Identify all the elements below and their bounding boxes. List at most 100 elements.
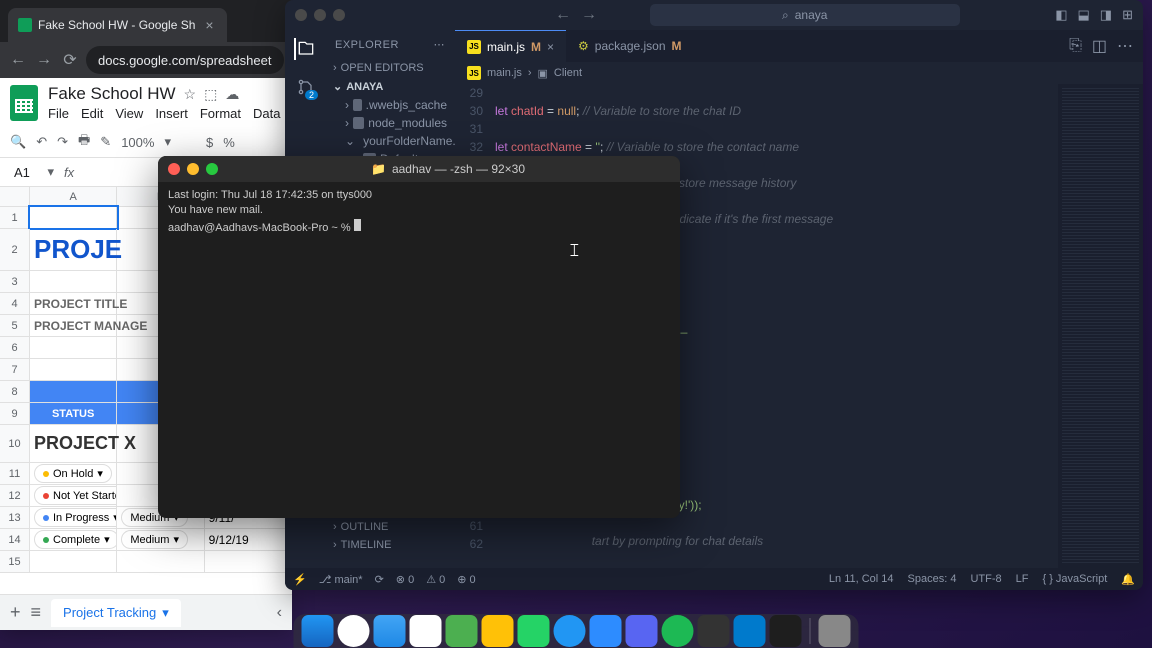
cell[interactable] xyxy=(30,337,117,358)
all-sheets-icon[interactable]: ≡ xyxy=(31,602,42,623)
chevron-down-icon[interactable]: ▾ xyxy=(162,605,169,621)
menu-insert[interactable]: Insert xyxy=(155,106,188,121)
cell[interactable]: Medium ▾ xyxy=(117,529,204,550)
back-icon[interactable]: ← xyxy=(8,50,28,70)
cloud-icon[interactable]: ☁ xyxy=(225,86,239,103)
cell[interactable]: STATUS xyxy=(30,403,117,424)
dock-app-discord[interactable] xyxy=(626,615,658,647)
ports[interactable]: ⊕ 0 xyxy=(457,573,475,586)
command-center[interactable]: ⌕ anaya xyxy=(650,4,960,26)
row-header[interactable]: 4 xyxy=(0,293,30,314)
row-header[interactable]: 1 xyxy=(0,207,30,228)
dock-app-finder[interactable] xyxy=(302,615,334,647)
nav-forward-icon[interactable]: → xyxy=(581,6,597,24)
maximize-window-button[interactable] xyxy=(206,163,218,175)
cell[interactable]: 9/12/19 xyxy=(205,529,292,550)
cell[interactable] xyxy=(30,551,117,572)
row-header[interactable]: 9 xyxy=(0,403,30,424)
cell[interactable]: PROJECT TITLE xyxy=(30,293,117,314)
address-bar[interactable]: docs.google.com/spreadsheet xyxy=(86,46,284,74)
dock-app-vscode[interactable] xyxy=(734,615,766,647)
sheets-logo-icon[interactable] xyxy=(10,85,38,121)
row-header[interactable]: 15 xyxy=(0,551,30,572)
git-branch[interactable]: ⎇ main* xyxy=(319,573,363,586)
cell[interactable] xyxy=(30,359,117,380)
dock-app-whatsapp[interactable] xyxy=(518,615,550,647)
sheets-doc-title[interactable]: Fake School HW ☆ ⬚ ☁ xyxy=(48,84,280,104)
maximize-window-button[interactable] xyxy=(333,9,345,21)
cell[interactable]: PROJE xyxy=(30,229,117,270)
tree-item[interactable]: ⌄yourFolderName... xyxy=(325,132,455,150)
language-mode[interactable]: { } JavaScript xyxy=(1042,573,1107,586)
split-icon[interactable]: ◫ xyxy=(1092,36,1107,56)
tree-item[interactable]: ›node_modules xyxy=(325,114,455,132)
timeline-section[interactable]: › TIMELINE xyxy=(325,536,455,554)
row-header[interactable]: 5 xyxy=(0,315,30,336)
print-icon[interactable]: 🖶 xyxy=(78,131,90,153)
menu-view[interactable]: View xyxy=(115,106,143,121)
outline-section[interactable]: › OUTLINE xyxy=(325,518,455,536)
row-header[interactable]: 7 xyxy=(0,359,30,380)
cell[interactable]: In Progress▾ xyxy=(30,507,117,528)
dock-app-zoom[interactable] xyxy=(590,615,622,647)
tree-item[interactable]: ›.wwebjs_cache xyxy=(325,96,455,114)
chrome-tab[interactable]: Fake School HW - Google Sh × xyxy=(8,8,227,42)
close-icon[interactable]: × xyxy=(201,17,217,33)
star-icon[interactable]: ☆ xyxy=(184,86,197,103)
dock-trash[interactable] xyxy=(819,615,851,647)
minimap[interactable] xyxy=(1058,84,1143,568)
cell-name-box[interactable]: A1 ▾ xyxy=(10,162,58,182)
col-header[interactable]: A xyxy=(30,187,117,206)
dock-app-messages[interactable] xyxy=(446,615,478,647)
indentation[interactable]: Spaces: 4 xyxy=(908,573,957,586)
more-icon[interactable]: ⋯ xyxy=(434,38,446,51)
dock-app-unknown[interactable] xyxy=(770,615,802,647)
problems-errors[interactable]: ⊗ 0 xyxy=(396,573,414,586)
menu-edit[interactable]: Edit xyxy=(81,106,103,121)
priority-chip[interactable]: Medium ▾ xyxy=(121,530,188,549)
row-header[interactable]: 13 xyxy=(0,507,30,528)
sync-icon[interactable]: ⟳ xyxy=(375,573,384,586)
close-window-button[interactable] xyxy=(168,163,180,175)
terminal-titlebar[interactable]: 📁 aadhav — -zsh — 92×30 xyxy=(158,156,680,182)
eol[interactable]: LF xyxy=(1016,573,1029,586)
encoding[interactable]: UTF-8 xyxy=(970,573,1001,586)
compare-icon[interactable]: ⎘ xyxy=(1069,37,1082,55)
redo-icon[interactable]: ↷ xyxy=(57,134,68,150)
status-chip[interactable]: On Hold▾ xyxy=(34,464,112,483)
dock-app-chrome[interactable] xyxy=(338,615,370,647)
cursor-position[interactable]: Ln 11, Col 14 xyxy=(829,573,894,586)
layout-panel-icon[interactable]: ⬓ xyxy=(1078,7,1090,23)
reload-icon[interactable]: ⟳ xyxy=(60,50,80,70)
layout-sidebar-left-icon[interactable]: ◧ xyxy=(1055,7,1067,23)
notifications-icon[interactable]: 🔔 xyxy=(1121,573,1135,586)
close-window-button[interactable] xyxy=(295,9,307,21)
row-header[interactable]: 3 xyxy=(0,271,30,292)
menu-data[interactable]: Data xyxy=(253,106,280,121)
cell[interactable] xyxy=(30,271,117,292)
row-header[interactable]: 12 xyxy=(0,485,30,506)
problems-warnings[interactable]: ⚠ 0 xyxy=(426,573,445,586)
breadcrumb[interactable]: JS main.js › ▣ Client xyxy=(455,62,1143,84)
status-chip[interactable]: Not Yet Started▾ xyxy=(34,486,117,505)
dock-app-spotify[interactable] xyxy=(662,615,694,647)
cell[interactable]: PROJECT MANAGE xyxy=(30,315,117,336)
zoom-select[interactable]: 100% xyxy=(121,135,154,150)
percent-button[interactable]: % xyxy=(223,135,235,150)
minimize-window-button[interactable] xyxy=(187,163,199,175)
nav-back-icon[interactable]: ← xyxy=(555,6,571,24)
minimize-window-button[interactable] xyxy=(314,9,326,21)
row-header[interactable]: 11 xyxy=(0,463,30,484)
cell-a1[interactable] xyxy=(30,207,117,228)
dock-app-notion[interactable] xyxy=(410,615,442,647)
cell[interactable] xyxy=(117,551,204,572)
close-icon[interactable]: × xyxy=(547,40,554,54)
remote-icon[interactable]: ⚡ xyxy=(293,573,307,586)
status-chip[interactable]: In Progress▾ xyxy=(34,508,117,527)
cell[interactable]: PROJECT X xyxy=(30,425,117,462)
terminal-content[interactable]: Last login: Thu Jul 18 17:42:35 on ttys0… xyxy=(158,182,680,242)
row-header[interactable]: 14 xyxy=(0,529,30,550)
row-header[interactable]: 2 xyxy=(0,229,30,270)
cell[interactable]: Complete▾ xyxy=(30,529,117,550)
dock-app-notes[interactable] xyxy=(482,615,514,647)
